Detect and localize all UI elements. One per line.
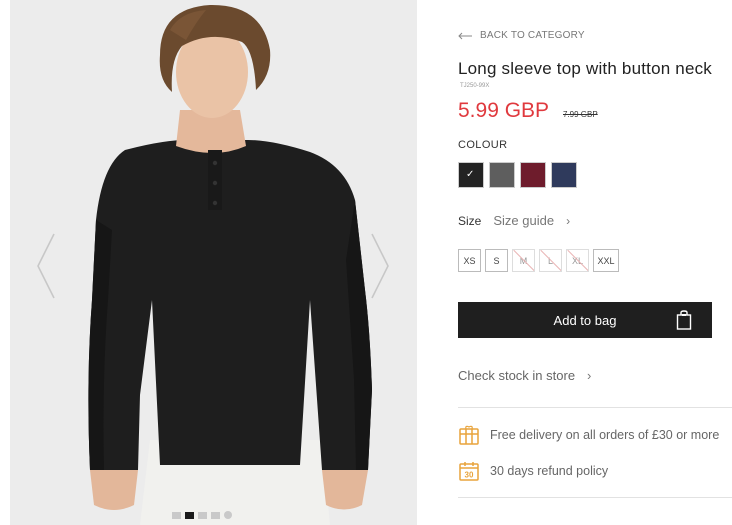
product-title: Long sleeve top with button neck: [458, 59, 713, 78]
size-option-xs[interactable]: XS: [458, 249, 481, 272]
pagination-dot[interactable]: [198, 512, 207, 519]
shopping-bag-icon: [676, 310, 692, 330]
image-pagination: [172, 511, 232, 519]
calendar-icon-number: 30: [465, 471, 474, 480]
free-delivery-text: Free delivery on all orders of £30 or mo…: [490, 428, 720, 442]
pagination-dot[interactable]: [211, 512, 220, 519]
check-icon: ✓: [466, 169, 475, 180]
size-row: Size Size guide ›: [458, 213, 570, 228]
current-price: 5.99 GBP: [458, 99, 550, 122]
pagination-dot[interactable]: [172, 512, 181, 519]
arrow-left-icon: [458, 32, 472, 39]
add-to-bag-label: Add to bag: [553, 312, 617, 328]
size-option-s[interactable]: S: [485, 249, 508, 272]
pagination-dot[interactable]: [224, 511, 232, 519]
size-option-xxl[interactable]: XXL: [593, 249, 619, 272]
refund-policy-text: 30 days refund policy: [490, 464, 609, 478]
next-image-arrow[interactable]: [368, 232, 392, 305]
model-photo: [10, 0, 417, 525]
colour-swatch-burgundy[interactable]: [520, 162, 546, 188]
divider: [458, 497, 732, 498]
old-price: 7.99 GBP: [563, 110, 598, 119]
back-label: BACK TO CATEGORY: [480, 30, 585, 41]
product-image: [10, 0, 417, 525]
size-options: XS S M L XL XXL: [458, 249, 619, 272]
colour-swatch-black[interactable]: ✓: [458, 162, 484, 188]
size-label: Size: [458, 213, 482, 228]
chevron-right-icon: ›: [587, 368, 592, 383]
pagination-dot-active[interactable]: [185, 512, 194, 519]
check-stock-in-store-link[interactable]: Check stock in store ›: [458, 368, 591, 383]
back-to-category-link[interactable]: BACK TO CATEGORY: [458, 30, 585, 41]
refund-policy-info: 30 30 days refund policy: [458, 460, 608, 482]
delivery-gift-icon: [459, 425, 479, 445]
colour-swatch-grey[interactable]: [489, 162, 515, 188]
calendar-icon: 30: [459, 462, 479, 481]
divider: [458, 407, 732, 408]
chevron-right-icon: ›: [566, 213, 571, 228]
check-stock-label: Check stock in store: [458, 368, 576, 383]
size-option-l[interactable]: L: [539, 249, 562, 272]
colour-label: COLOUR: [458, 139, 508, 151]
size-option-xl[interactable]: XL: [566, 249, 589, 272]
colour-swatches: ✓: [458, 162, 577, 188]
product-sku: TJ250-99X: [460, 83, 490, 89]
size-option-m[interactable]: M: [512, 249, 535, 272]
previous-image-arrow[interactable]: [34, 232, 58, 305]
colour-swatch-navy[interactable]: [551, 162, 577, 188]
add-to-bag-button[interactable]: Add to bag: [458, 302, 712, 338]
free-delivery-info: Free delivery on all orders of £30 or mo…: [458, 424, 719, 446]
size-guide-link[interactable]: Size guide: [493, 213, 554, 228]
